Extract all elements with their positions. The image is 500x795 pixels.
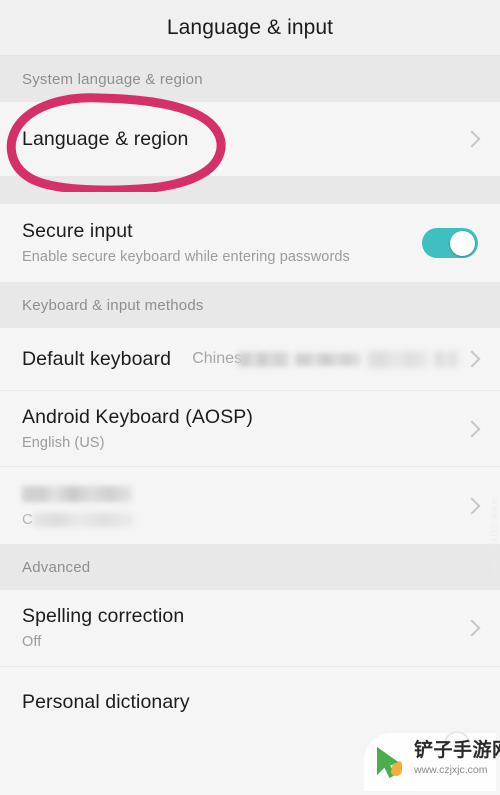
row-title: Spelling correction [22,605,185,627]
row-subtitle: Off [22,634,42,650]
watermark-url: www.czjxjc.com [414,764,488,776]
redaction-bar [434,351,460,367]
redaction-bar [367,350,429,368]
row-personal-dictionary[interactable]: Personal dictionary [0,666,500,738]
watermark-site-name: 铲子手游网 [414,740,500,761]
redaction-bar [238,351,290,367]
chevron-right-icon [463,350,481,368]
row-subtitle: Enable secure keyboard while entering pa… [22,249,350,265]
row-texts: Secure input Enable secure keyboard whil… [22,219,422,267]
secure-input-toggle[interactable] [422,228,478,258]
row-texts: C [22,482,460,530]
section-gap-1 [0,176,500,204]
section-header-advanced: Advanced [0,544,500,590]
settings-screen: Language & input System language & regio… [0,0,500,795]
row-language-region[interactable]: Language & region [0,102,500,176]
subtitle-visible-text: C [22,511,33,528]
toggle-knob [450,230,475,256]
redaction-bar [22,486,132,502]
row-texts: Android Keyboard (AOSP) English (US) [22,405,460,453]
chevron-right-icon [463,420,481,437]
row-title: Default keyboard [22,347,172,370]
row-title: Personal dictionary [22,691,190,713]
section-header-label: System language & region [22,70,203,88]
section-header-keyboard-input-methods: Keyboard & input methods [0,282,500,328]
row-texts: Spelling correction Off [22,604,460,652]
row-texts: Language & region [22,127,460,152]
section-header-system-language-region: System language & region [0,56,500,102]
section-header-label: Keyboard & input methods [22,296,204,314]
row-title: Language & region [22,127,189,150]
row-android-keyboard-aosp[interactable]: Android Keyboard (AOSP) English (US) [0,390,500,466]
watermark: 铲子手游网 www.czjxjc.com [364,731,500,791]
row-subtitle-redacted: C [22,510,460,530]
row-texts: Default keyboard [22,347,192,372]
redaction-bar [33,512,134,527]
watermark-text: 铲子手游网 www.czjxjc.com [414,741,500,776]
cursor-arrow-icon [372,745,410,788]
row-title: Secure input [22,220,133,242]
row-title: Android Keyboard (AOSP) [22,405,253,428]
section-header-label: Advanced [22,558,91,576]
row-texts: Personal dictionary [22,690,478,715]
default-keyboard-value: Chines [192,350,460,368]
side-watermark-text: www.czjxjc.com [490,498,500,576]
row-redacted-keyboard[interactable]: C [0,466,500,544]
chevron-right-icon [463,130,481,148]
row-title-redacted [22,482,460,507]
redaction-bar [295,352,361,366]
row-secure-input[interactable]: Secure input Enable secure keyboard whil… [0,204,500,282]
row-subtitle: English (US) [22,434,105,451]
page-title: Language & input [166,15,334,39]
row-spelling-correction[interactable]: Spelling correction Off [0,590,500,666]
chevron-right-icon [463,619,481,637]
chevron-right-icon [463,497,481,514]
value-visible-text: Chines [192,350,242,367]
app-bar: Language & input [0,0,500,56]
row-default-keyboard[interactable]: Default keyboard Chines [0,328,500,390]
